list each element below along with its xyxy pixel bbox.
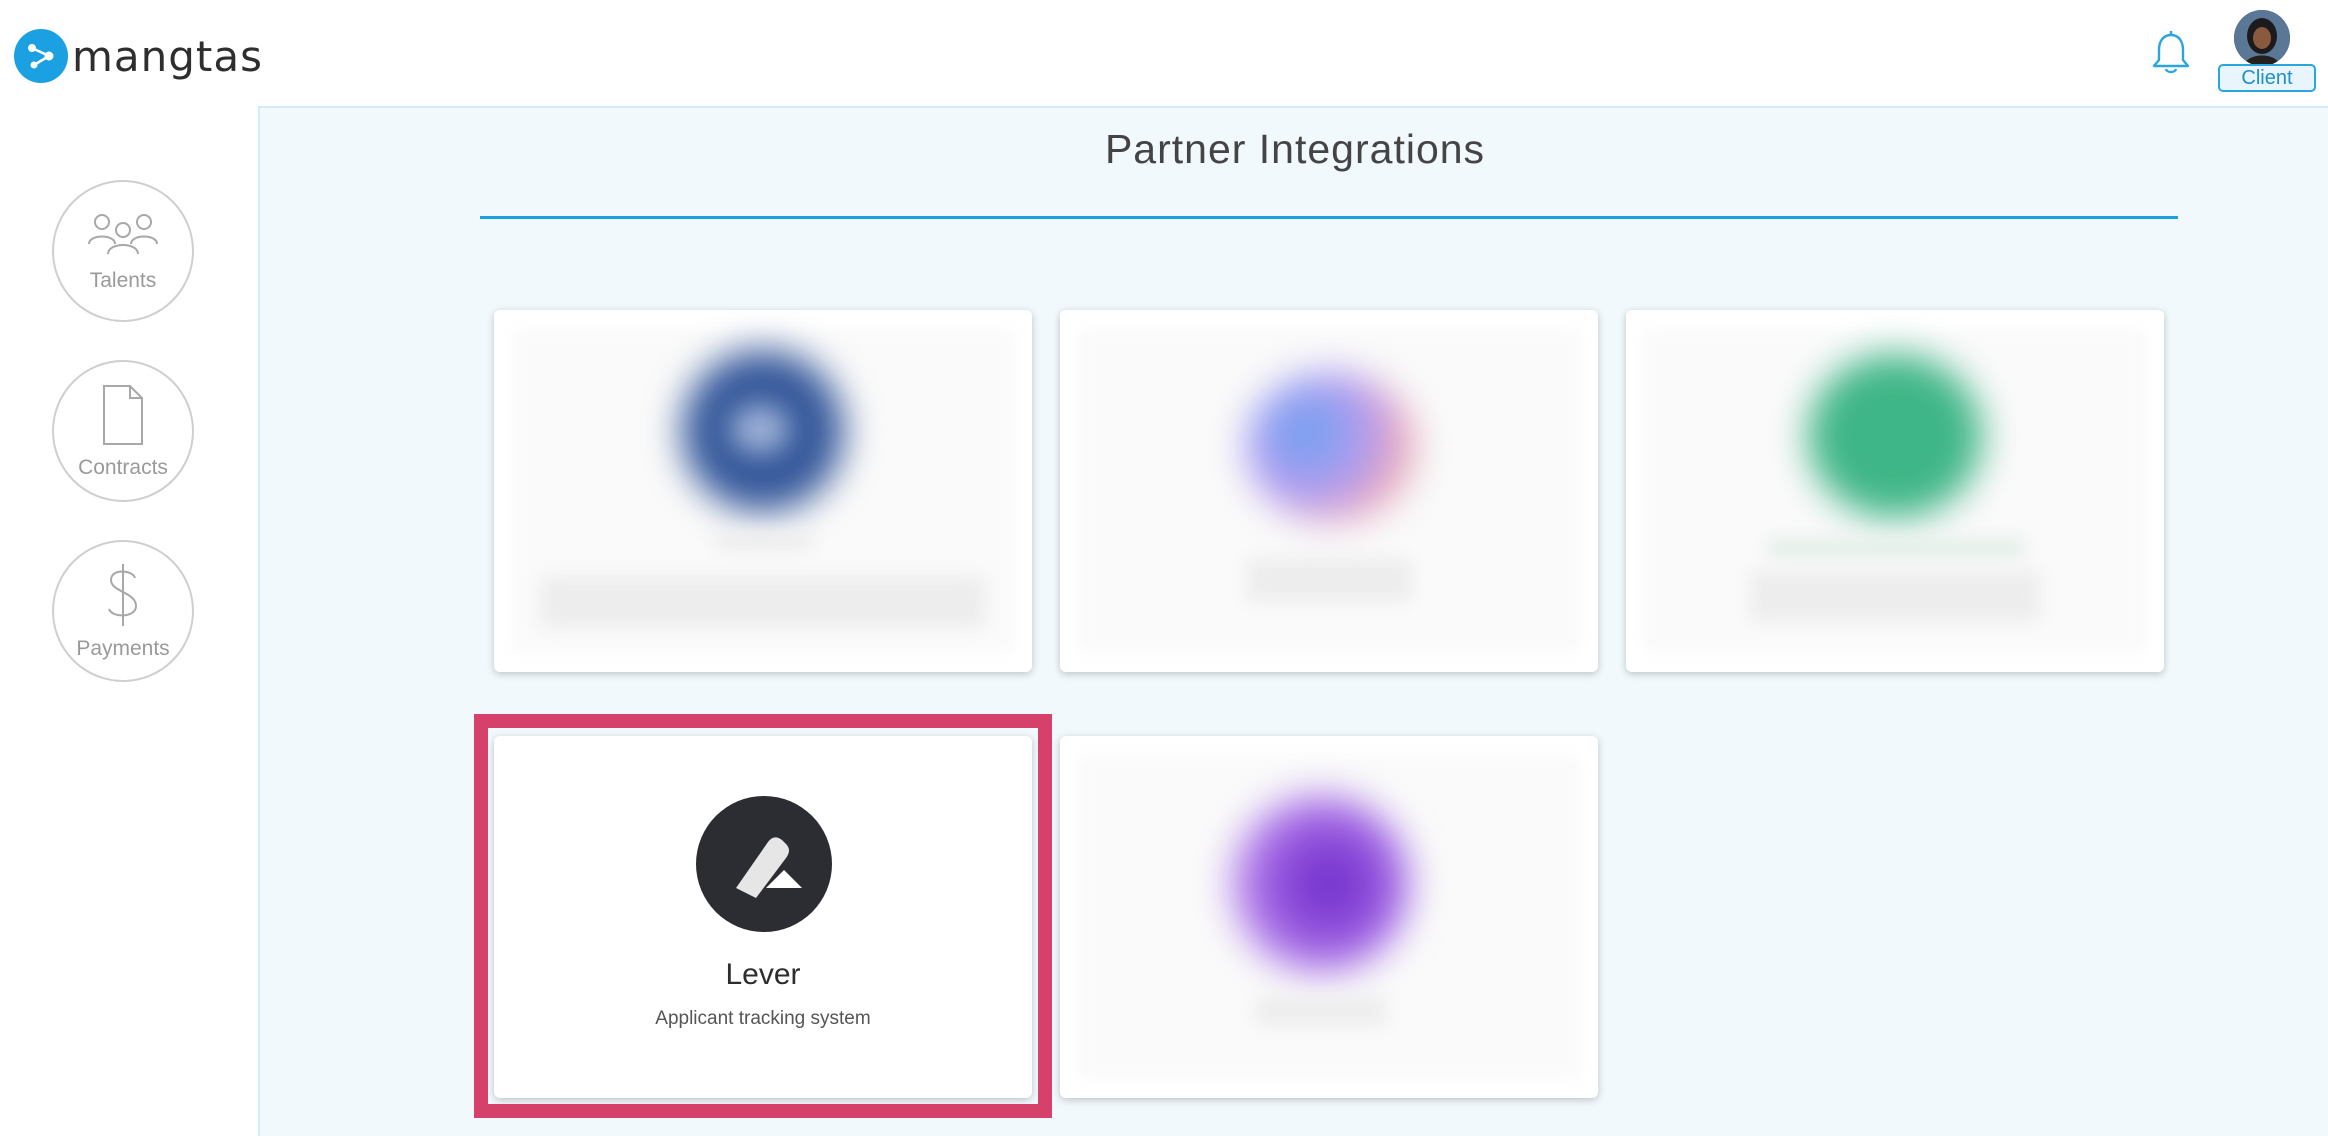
sidebar: Talents Contracts Payments — [0, 106, 258, 1136]
document-icon — [98, 383, 148, 452]
app-logo[interactable]: mangtas — [14, 29, 263, 83]
role-badge[interactable]: Client — [2218, 64, 2316, 92]
integration-card[interactable] — [494, 310, 1032, 672]
sidebar-item-contracts[interactable]: Contracts — [52, 360, 194, 502]
sidebar-item-talents[interactable]: Talents — [52, 180, 194, 322]
integration-card-lever[interactable]: Lever Applicant tracking system — [494, 736, 1032, 1098]
main-content: Partner Integrations Lever Applicant tra… — [258, 106, 2328, 1136]
user-avatar[interactable] — [2234, 10, 2290, 66]
sidebar-item-label: Contracts — [78, 455, 168, 479]
dollar-icon — [103, 562, 143, 633]
top-header: mangtas Client — [0, 0, 2328, 106]
notifications-bell-icon[interactable] — [2150, 30, 2192, 76]
sidebar-item-label: Talents — [89, 268, 157, 292]
mangtas-logo-icon — [14, 29, 68, 83]
partner-logo-icon — [1246, 372, 1416, 522]
lever-logo-icon — [696, 796, 832, 932]
partner-logo-icon — [1808, 354, 1982, 518]
integration-card[interactable] — [1626, 310, 2164, 672]
partner-logo-icon — [1230, 794, 1410, 974]
integration-card[interactable] — [1060, 310, 1598, 672]
title-divider — [480, 216, 2178, 219]
integration-description: Applicant tracking system — [655, 1008, 871, 1029]
people-icon — [86, 210, 160, 265]
sidebar-item-label: Payments — [76, 636, 170, 660]
page-title: Partner Integrations — [1104, 126, 1486, 172]
integration-name: Lever — [725, 958, 801, 991]
integration-card[interactable] — [1060, 736, 1598, 1098]
logo-text: mangtas — [72, 31, 264, 81]
sidebar-item-payments[interactable]: Payments — [52, 540, 194, 682]
